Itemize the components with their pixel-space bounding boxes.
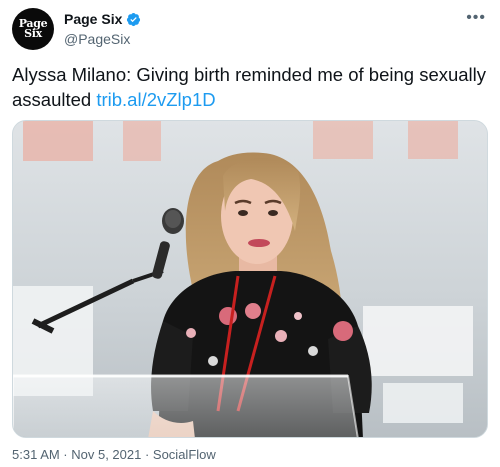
tweet-card: Page Six Page Six @PageSix ••• Alyssa Mi…: [0, 0, 500, 467]
more-options-icon[interactable]: •••: [466, 9, 486, 27]
tweet-text: Alyssa Milano: Giving birth reminded me …: [12, 62, 488, 112]
avatar[interactable]: Page Six: [12, 8, 54, 50]
display-name[interactable]: Page Six: [64, 11, 122, 27]
photo-illustration: [13, 121, 487, 437]
tweet-link[interactable]: trib.al/2vZlp1D: [96, 89, 215, 110]
verified-badge-icon: [127, 12, 141, 26]
avatar-text-line-2: Six: [24, 27, 42, 40]
display-name-row: Page Six: [64, 10, 141, 28]
handle[interactable]: @PageSix: [64, 31, 141, 47]
tweet-body: Alyssa Milano: Giving birth reminded me …: [12, 64, 487, 110]
author-info: Page Six @PageSix: [64, 10, 141, 47]
tweet-header: Page Six Page Six @PageSix •••: [12, 7, 488, 51]
tweet-photo[interactable]: [12, 120, 488, 438]
tweet-timestamp[interactable]: 5:31 AM · Nov 5, 2021 · SocialFlow: [12, 447, 216, 462]
